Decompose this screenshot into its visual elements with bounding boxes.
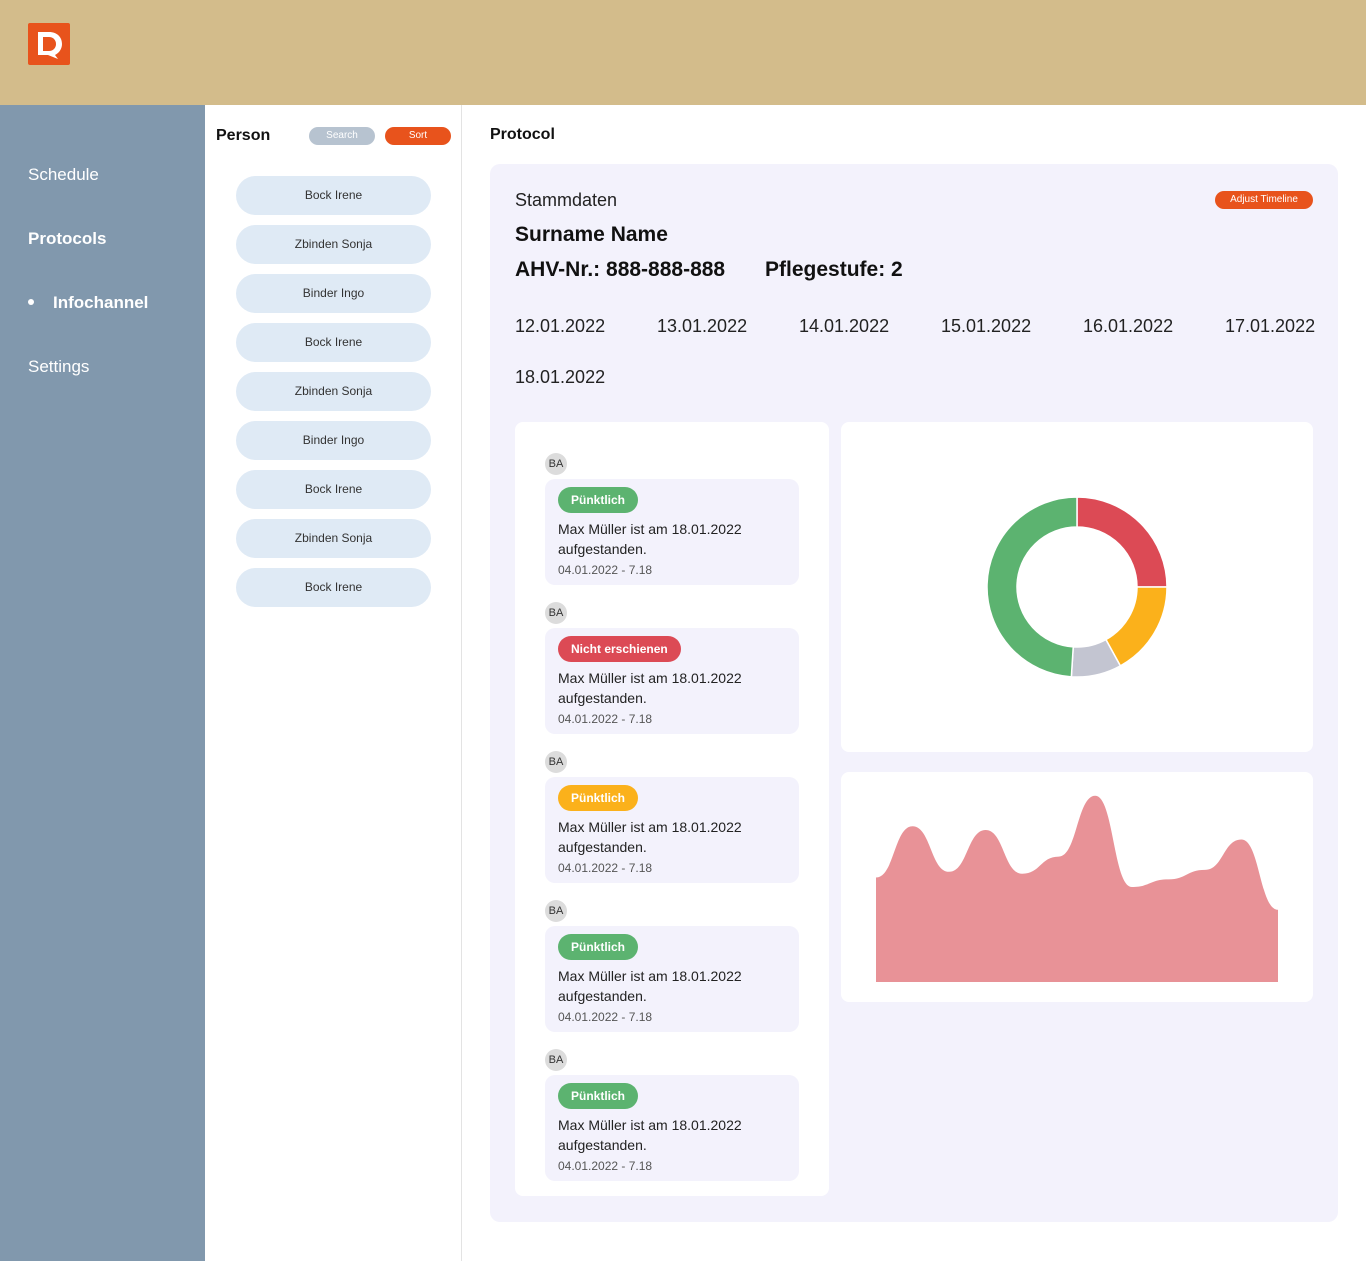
avatar: BA <box>545 751 567 773</box>
status-badge: Pünktlich <box>558 487 639 513</box>
person-item[interactable]: Binder Ingo <box>236 421 431 460</box>
area-series <box>876 795 1278 982</box>
donut-slice-3 <box>986 496 1078 678</box>
ahv-number: AHV-Nr.: 888-888-888 <box>515 258 726 281</box>
timeline-date[interactable]: 18.01.2022 <box>515 367 605 388</box>
person-item[interactable]: Bock Irene <box>236 176 431 215</box>
person-panel-title: Person <box>216 127 271 144</box>
donut-slice-1 <box>1104 586 1168 667</box>
section-title: Stammdaten <box>515 190 618 210</box>
entry-timestamp: 04.01.2022 - 7.18 <box>558 563 653 577</box>
donut-chart <box>986 496 1168 678</box>
entry-timestamp: 04.01.2022 - 7.18 <box>558 712 653 726</box>
entry-text: Max Müller ist am 18.01.2022 aufgestande… <box>558 819 742 855</box>
protocol-card: Stammdaten Adjust Timeline Surname Name … <box>490 164 1338 1222</box>
entry-text: Max Müller ist am 18.01.2022 aufgestande… <box>558 1117 742 1153</box>
feed-bubble[interactable]: Pünktlich Max Müller ist am 18.01.2022 a… <box>545 1075 799 1181</box>
patient-name: Surname Name <box>515 223 668 246</box>
person-item[interactable]: Zbinden Sonja <box>236 519 431 558</box>
nav-schedule[interactable]: Schedule <box>28 165 99 185</box>
entry-timestamp: 04.01.2022 - 7.18 <box>558 861 653 875</box>
timeline-date[interactable]: 12.01.2022 <box>515 316 605 337</box>
adjust-timeline-button[interactable]: Adjust Timeline <box>1215 191 1313 209</box>
avatar: BA <box>545 453 567 475</box>
area-chart-panel <box>841 772 1313 1002</box>
person-item[interactable]: Bock Irene <box>236 568 431 607</box>
protocol-feed: BA Pünktlich Max Müller ist am 18.01.202… <box>515 422 829 1196</box>
nav-protocols[interactable]: Protocols <box>28 229 106 249</box>
entry-timestamp: 04.01.2022 - 7.18 <box>558 1010 653 1024</box>
timeline-date[interactable]: 13.01.2022 <box>657 316 747 337</box>
entry-text: Max Müller ist am 18.01.2022 aufgestande… <box>558 670 742 706</box>
entry-text: Max Müller ist am 18.01.2022 aufgestande… <box>558 968 742 1004</box>
person-panel: Person Search Sort Bock Irene Zbinden So… <box>205 105 462 1261</box>
sidebar: Schedule Protocols Infochannel Settings <box>0 105 205 1261</box>
care-level: Pflegestufe: 2 <box>765 258 903 281</box>
person-item[interactable]: Zbinden Sonja <box>236 372 431 411</box>
timeline-date[interactable]: 15.01.2022 <box>941 316 1031 337</box>
nav-infochannel[interactable]: Infochannel <box>53 293 148 313</box>
status-badge: Nicht erschienen <box>558 636 681 662</box>
timeline-date[interactable]: 14.01.2022 <box>799 316 889 337</box>
donut-slice-0 <box>1076 496 1168 588</box>
person-item[interactable]: Zbinden Sonja <box>236 225 431 264</box>
entry-text: Max Müller ist am 18.01.2022 aufgestande… <box>558 521 742 557</box>
person-item[interactable]: Binder Ingo <box>236 274 431 313</box>
status-badge: Pünktlich <box>558 785 639 811</box>
sort-button[interactable]: Sort <box>385 127 451 145</box>
entry-timestamp: 04.01.2022 - 7.18 <box>558 1159 653 1173</box>
area-chart <box>876 795 1278 982</box>
avatar: BA <box>545 1049 567 1071</box>
timeline-date[interactable]: 17.01.2022 <box>1225 316 1315 337</box>
person-item[interactable]: Bock Irene <box>236 323 431 362</box>
feed-bubble[interactable]: Pünktlich Max Müller ist am 18.01.2022 a… <box>545 926 799 1032</box>
status-badge: Pünktlich <box>558 1083 639 1109</box>
active-dot-icon <box>28 299 34 305</box>
avatar: BA <box>545 900 567 922</box>
person-item[interactable]: Bock Irene <box>236 470 431 509</box>
feed-bubble[interactable]: Pünktlich Max Müller ist am 18.01.2022 a… <box>545 777 799 883</box>
feed-bubble[interactable]: Nicht erschienen Max Müller ist am 18.01… <box>545 628 799 734</box>
search-button[interactable]: Search <box>309 127 375 145</box>
avatar: BA <box>545 602 567 624</box>
page-title: Protocol <box>490 126 555 143</box>
timeline-date[interactable]: 16.01.2022 <box>1083 316 1173 337</box>
status-badge: Pünktlich <box>558 934 639 960</box>
document-logo-icon[interactable] <box>28 23 70 65</box>
donut-chart-panel <box>841 422 1313 752</box>
nav-settings[interactable]: Settings <box>28 357 89 377</box>
feed-bubble[interactable]: Pünktlich Max Müller ist am 18.01.2022 a… <box>545 479 799 585</box>
top-bar <box>0 0 1366 105</box>
